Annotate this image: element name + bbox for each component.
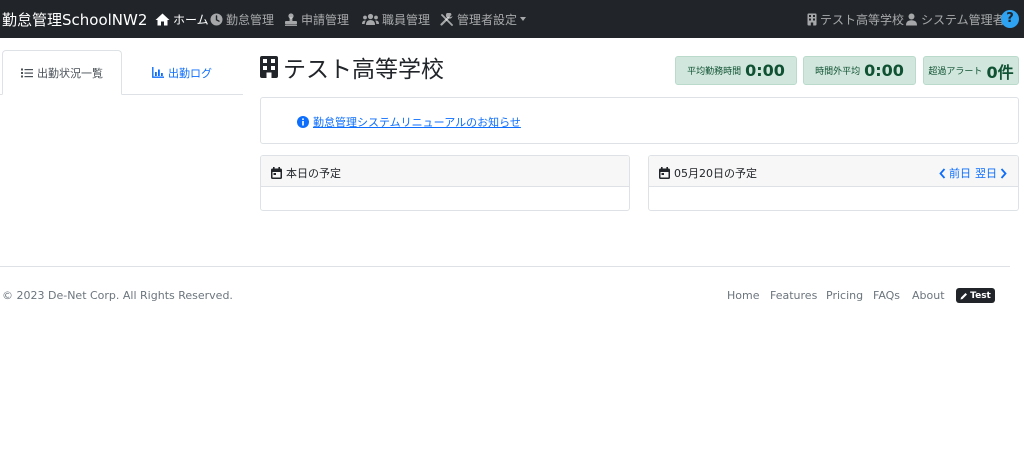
brand-logo-text[interactable]: 勤怠管理SchoolNW2 [2,9,147,30]
chevron-right-icon [1000,167,1007,179]
stat-average-work-time: 平均勤務時間 0:00 [675,56,797,85]
info-icon [297,116,309,128]
building-icon [260,56,278,78]
stat-value: 0:00 [864,61,904,80]
notice-panel: 勤怠管理システムリニューアルのお知らせ [260,97,1019,144]
notice-link-text: 勤怠管理システムリニューアルのお知らせ [313,116,521,129]
tools-icon [440,12,453,26]
test-badge[interactable]: Test [956,288,995,303]
test-badge-label: Test [970,290,991,301]
stat-value: 0:00 [745,61,785,80]
nav-home[interactable]: ホーム [155,11,209,27]
users-icon [362,13,379,25]
nav-user-label: システム管理者 [921,12,1005,27]
nav-home-label: ホーム [173,12,209,27]
stat-label: 超過アラート [928,67,983,77]
next-day-schedule-card: 05月20日の予定 前日 翌日 [648,155,1019,211]
footer-link-faqs[interactable]: FAQs [873,289,900,302]
nav-user-menu[interactable]: システム管理者 [905,11,1005,27]
page-title: テスト高等学校 [259,52,444,83]
list-icon [21,68,33,77]
footer-link-features[interactable]: Features [770,289,817,302]
chevron-left-icon [939,167,946,179]
stamp-icon [285,12,297,26]
nav-requests-label: 申請管理 [301,12,350,27]
nav-attendance[interactable]: 勤怠管理 [210,11,274,27]
tab-attendance-list[interactable]: 出勤状況一覧 [2,50,122,95]
stat-overtime-alert: 超過アラート 0件 [923,56,1019,85]
nav-requests[interactable]: 申請管理 [284,11,349,27]
nav-staff-label: 職員管理 [382,12,431,27]
tab-attendance-log[interactable]: 出勤ログ [123,50,241,95]
card-title-text: 05月20日の予定 [674,167,757,180]
card-header: 05月20日の予定 前日 翌日 [649,156,1018,187]
page-title-text: テスト高等学校 [283,57,444,83]
tab-attendance-log-label: 出勤ログ [168,66,212,80]
stat-overtime-average: 時間外平均 0:00 [803,56,916,85]
card-title-text: 本日の予定 [286,167,341,180]
calendar-icon [271,167,282,179]
stat-label: 時間外平均 [815,67,861,77]
chart-icon [152,67,164,78]
footer-copyright: © 2023 De-Net Corp. All Rights Reserved. [2,289,233,302]
chevron-down-icon [520,17,527,21]
previous-day-label: 前日 [949,167,971,180]
card-title: 本日の予定 [271,165,341,181]
top-navbar: 勤怠管理SchoolNW2 ホーム 勤怠管理 申請管理 職員管理 管理者設定 テ… [0,0,1024,38]
nav-admin-settings-label: 管理者設定 [457,12,518,27]
nav-school[interactable]: テスト高等学校 [807,11,904,27]
user-icon [906,13,917,25]
home-icon [155,13,170,25]
nav-admin-settings-dropdown[interactable]: 管理者設定 [440,11,527,27]
next-day-link[interactable]: 翌日 [975,165,1010,181]
footer-link-about[interactable]: About [912,289,945,302]
previous-day-link[interactable]: 前日 [936,165,971,181]
nav-school-label: テスト高等学校 [820,12,905,27]
stat-label: 平均勤務時間 [687,67,742,77]
calendar-icon [659,167,670,179]
nav-staff[interactable]: 職員管理 [362,11,430,27]
clock-icon [210,13,223,25]
nav-attendance-label: 勤怠管理 [226,12,275,27]
footer-divider [0,266,1010,267]
card-title: 05月20日の予定 [659,165,757,181]
card-header: 本日の予定 [261,156,629,187]
building-icon [807,13,817,25]
tab-attendance-list-label: 出勤状況一覧 [37,66,103,80]
left-tab-bar: 出勤状況一覧 出勤ログ [0,50,243,95]
stat-value: 0件 [986,62,1014,82]
footer-link-pricing[interactable]: Pricing [826,289,863,302]
footer-link-home[interactable]: Home [727,289,759,302]
next-day-label: 翌日 [975,167,997,180]
notice-link[interactable]: 勤怠管理システムリニューアルのお知らせ [297,114,521,130]
help-button[interactable]: ? [1001,10,1019,28]
day-navigation: 前日 翌日 [936,165,1010,181]
pencil-icon [960,292,968,299]
today-schedule-card: 本日の予定 [260,155,630,211]
